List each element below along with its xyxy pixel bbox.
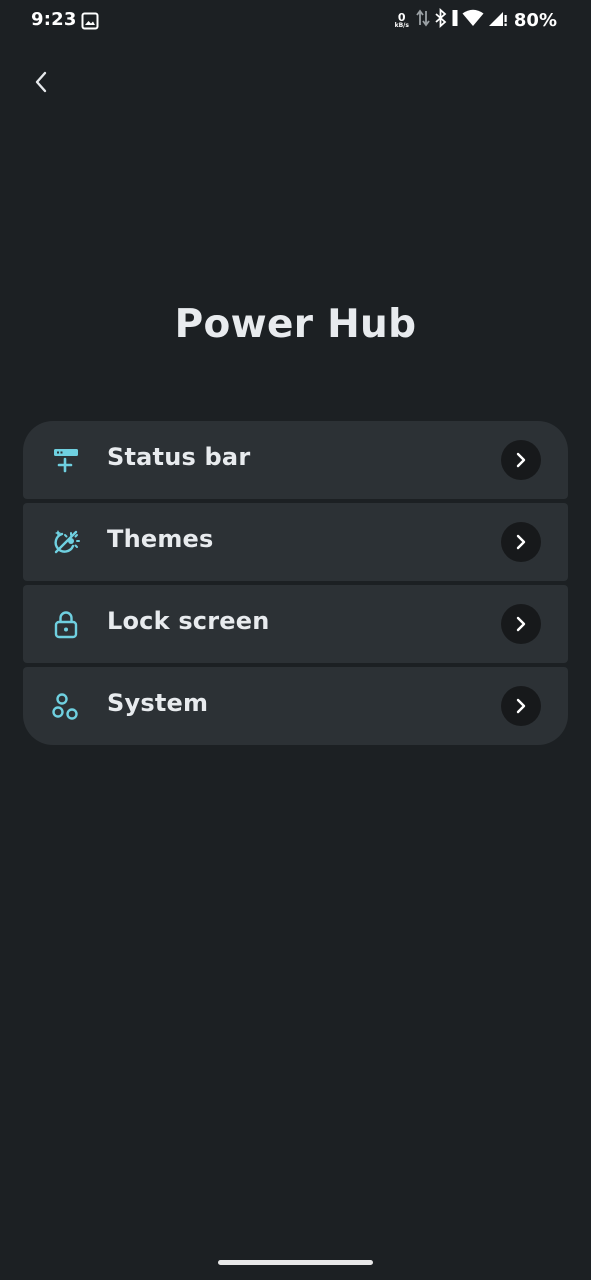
system-icon [50, 690, 82, 722]
menu-item-status-bar[interactable]: Status bar [23, 421, 568, 499]
chevron-right-icon [501, 440, 541, 480]
lock-icon [50, 608, 82, 640]
battery-level: 80% [513, 9, 557, 31]
menu-label-status-bar: Status bar [107, 443, 251, 471]
status-bar-icon [50, 444, 82, 476]
wifi-icon [462, 9, 484, 31]
cell-signal-icon [488, 9, 508, 31]
battery-saver-icon [452, 8, 458, 32]
settings-menu: Status bar Themes Lock screen System [23, 421, 568, 745]
data-transfer-icon [416, 8, 430, 32]
chevron-right-icon [501, 686, 541, 726]
menu-label-themes: Themes [107, 525, 214, 553]
chevron-left-icon [34, 70, 48, 98]
gesture-nav-handle[interactable] [218, 1260, 373, 1265]
gallery-icon [81, 12, 99, 30]
net-speed: 0 kB/s [395, 12, 409, 29]
menu-item-system[interactable]: System [23, 667, 568, 745]
page-title: Power Hub [174, 302, 417, 347]
bluetooth-icon [434, 7, 448, 32]
menu-label-system: System [107, 689, 209, 717]
menu-item-themes[interactable]: Themes [23, 503, 568, 581]
net-speed-unit: kB/s [394, 21, 409, 29]
back-button[interactable] [22, 64, 60, 104]
status-time: 9:23 [31, 9, 77, 30]
menu-item-lock-screen[interactable]: Lock screen [23, 585, 568, 663]
themes-icon [50, 526, 82, 558]
net-speed-value: 0 [397, 10, 406, 24]
status-bar: 9:23 0 kB/s 80% [0, 0, 591, 42]
status-icons: 0 kB/s 80% [395, 7, 557, 32]
menu-label-lock-screen: Lock screen [107, 607, 270, 635]
chevron-right-icon [501, 522, 541, 562]
chevron-right-icon [501, 604, 541, 644]
